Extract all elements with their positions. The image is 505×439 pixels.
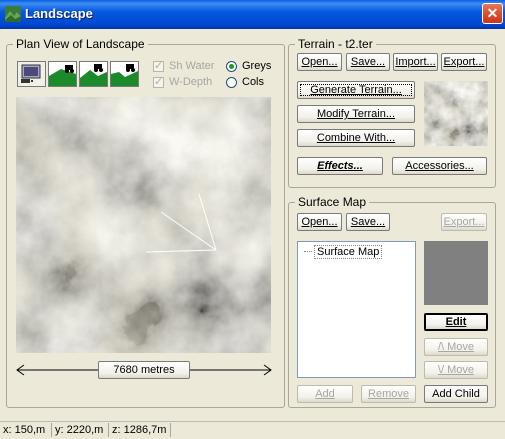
combine-with-label: Combine With... xyxy=(316,132,396,144)
terrain-save-label: Save... xyxy=(350,56,386,68)
terrain-export-button[interactable]: Export... xyxy=(441,53,487,71)
terrain-title: Terrain - t2.ter xyxy=(295,37,376,51)
sh-water-checkbox[interactable] xyxy=(153,59,164,72)
generate-terrain-button[interactable]: Generate Terrain... xyxy=(297,81,415,99)
effects-label: Effects... xyxy=(317,160,363,172)
tractor-view-button-1[interactable] xyxy=(48,61,77,87)
window-title: Landscape xyxy=(25,6,93,21)
accessories-label: Accessories... xyxy=(405,160,474,172)
add-button[interactable]: Add xyxy=(297,385,353,403)
tractor-view-button-2[interactable] xyxy=(79,61,108,87)
cols-radio[interactable] xyxy=(226,77,237,88)
move-up-button[interactable]: /\ Move xyxy=(424,338,488,356)
tractor-view-icon-3 xyxy=(111,62,138,86)
landscape-app-icon xyxy=(5,6,21,22)
add-label: Add xyxy=(315,388,335,400)
status-divider xyxy=(108,423,109,437)
terrain-open-label: Open... xyxy=(301,56,338,68)
terrain-plan-view[interactable] xyxy=(16,97,271,353)
combine-with-button[interactable]: Combine With... xyxy=(297,129,415,147)
accessories-button[interactable]: Accessories... xyxy=(392,157,487,175)
screen-view-button[interactable] xyxy=(17,61,46,87)
tractor-view-icon-2 xyxy=(80,62,107,86)
surface-export-label: Export... xyxy=(443,216,485,228)
status-y: y: 2220,m xyxy=(55,424,104,436)
surface-map-title: Surface Map xyxy=(295,195,370,209)
surface-color-swatch xyxy=(424,241,488,305)
cols-label: Cols xyxy=(242,76,265,88)
tractor-view-button-3[interactable] xyxy=(110,61,139,87)
surface-map-tree[interactable]: Surface Map xyxy=(297,241,416,378)
status-x: x: 150,m xyxy=(3,424,46,436)
remove-button[interactable]: Remove xyxy=(361,385,416,403)
terrain-save-button[interactable]: Save... xyxy=(346,53,390,71)
title-bar[interactable]: Landscape ✕ xyxy=(0,0,505,29)
surface-open-button[interactable]: Open... xyxy=(297,213,342,231)
screen-view-icon xyxy=(21,64,41,83)
terrain-import-label: Import... xyxy=(395,56,436,68)
w-depth-label: W-Depth xyxy=(169,76,213,88)
edit-button[interactable]: Edit xyxy=(424,313,488,331)
w-depth-checkbox[interactable] xyxy=(153,75,164,88)
modify-terrain-label: Modify Terrain... xyxy=(316,108,396,120)
surface-save-button[interactable]: Save... xyxy=(346,213,390,231)
greys-radio[interactable] xyxy=(226,61,237,72)
tree-item-surface-map[interactable]: Surface Map xyxy=(314,245,383,259)
terrain-open-button[interactable]: Open... xyxy=(297,53,342,71)
generate-terrain-label: Generate Terrain... xyxy=(310,84,402,96)
close-button[interactable]: ✕ xyxy=(482,3,503,24)
tractor-view-icon-1 xyxy=(49,62,76,86)
terrain-thumbnail xyxy=(424,81,488,146)
tree-item-label: Surface Map xyxy=(317,246,380,258)
remove-label: Remove xyxy=(368,388,409,400)
status-divider xyxy=(170,423,171,437)
surface-open-label: Open... xyxy=(301,216,338,228)
tree-connector xyxy=(304,251,312,252)
edit-label: Edit xyxy=(445,316,467,328)
status-bar: x: 150,m y: 2220,m z: 1286,7m xyxy=(0,421,505,439)
modify-terrain-button[interactable]: Modify Terrain... xyxy=(297,105,415,123)
surface-save-label: Save... xyxy=(350,216,386,228)
add-child-button[interactable]: Add Child xyxy=(424,385,488,403)
greys-label: Greys xyxy=(242,60,272,72)
scale-label: 7680 metres xyxy=(98,361,190,379)
terrain-import-button[interactable]: Import... xyxy=(393,53,438,71)
terrain-export-label: Export... xyxy=(443,56,485,68)
add-child-label: Add Child xyxy=(432,388,480,400)
status-divider xyxy=(51,423,52,437)
close-icon: ✕ xyxy=(486,5,499,21)
status-z: z: 1286,7m xyxy=(112,424,167,436)
move-up-label: /\ Move xyxy=(437,341,475,353)
effects-button[interactable]: Effects... xyxy=(297,157,383,175)
plan-view-title: Plan View of Landscape xyxy=(13,37,148,51)
move-down-button[interactable]: \/ Move xyxy=(424,361,488,379)
surface-export-button[interactable]: Export... xyxy=(441,213,487,231)
scale-text: 7680 metres xyxy=(113,364,175,376)
sh-water-label: Sh Water xyxy=(169,60,215,72)
move-down-label: \/ Move xyxy=(437,364,475,376)
